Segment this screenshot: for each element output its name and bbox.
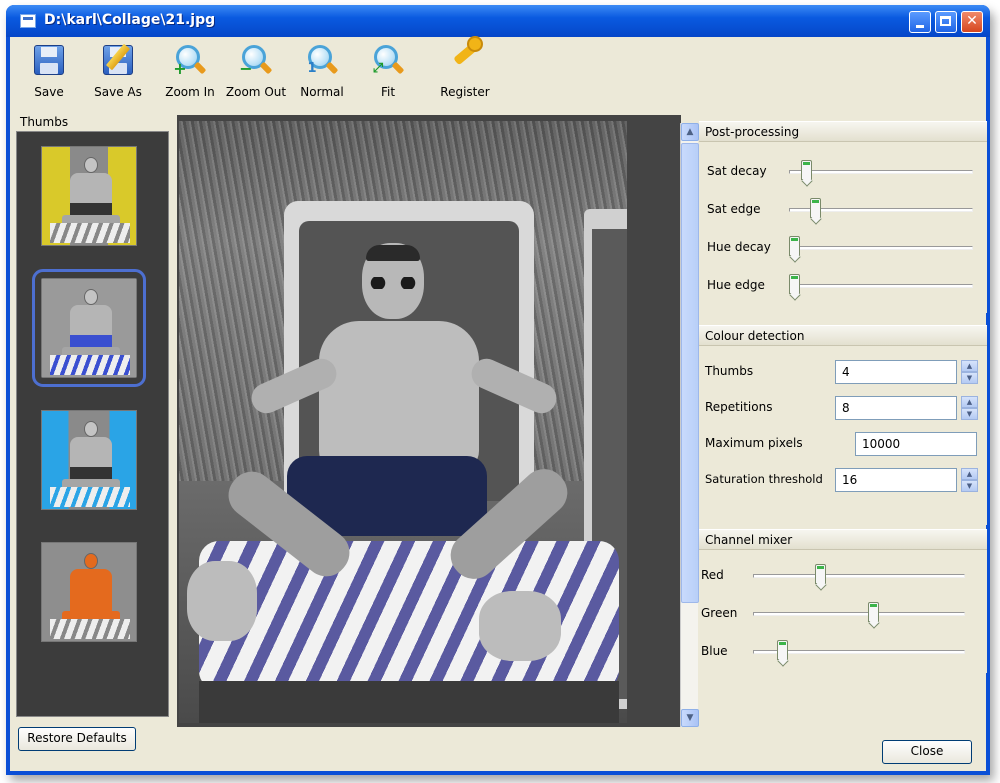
chevron-down-icon: ▼: [686, 713, 694, 723]
green-slider[interactable]: [867, 602, 879, 622]
spin-down-icon[interactable]: ▼: [961, 408, 978, 420]
zoom-out-icon: −: [238, 43, 274, 79]
repetitions-spinner[interactable]: ▲ ▼: [961, 396, 978, 420]
saturation-threshold-input[interactable]: 16: [835, 468, 957, 492]
save-as-label: Save As: [94, 85, 142, 99]
thumbs-count-input[interactable]: 4: [835, 360, 957, 384]
spin-down-icon[interactable]: ▼: [961, 372, 978, 384]
save-as-button[interactable]: Save As: [83, 43, 153, 105]
app-window: D:\karl\Collage\21.jpg ✕ Save Save As + …: [6, 5, 990, 775]
thumbnail-3[interactable]: [41, 410, 137, 510]
blue-slider[interactable]: [777, 640, 789, 660]
post-processing-group: Post-processing Sat decay Sat edge Hue d…: [699, 121, 987, 313]
close-window-button[interactable]: ✕: [961, 11, 983, 33]
floppy-disk-icon: [31, 43, 67, 79]
thumbs-count-label: Thumbs: [705, 364, 754, 378]
zoom-in-icon: +: [172, 43, 208, 79]
close-button[interactable]: Close: [882, 740, 972, 764]
channel-mixer-title: Channel mixer: [699, 530, 987, 550]
register-button[interactable]: Register: [430, 41, 500, 105]
sat-edge-label: Sat edge: [707, 202, 761, 216]
blue-label: Blue: [701, 644, 728, 658]
toolbar: Save Save As + Zoom In − Zoom Out 1 Norm…: [10, 37, 986, 109]
zoom-out-label: Zoom Out: [225, 85, 287, 99]
maximize-icon: [940, 16, 951, 26]
maximum-pixels-label: Maximum pixels: [705, 436, 803, 450]
red-slider[interactable]: [815, 564, 827, 584]
spin-up-icon[interactable]: ▲: [961, 396, 978, 408]
repetitions-label: Repetitions: [705, 400, 773, 414]
maximize-button[interactable]: [935, 11, 957, 33]
zoom-in-label: Zoom In: [165, 85, 215, 99]
fit-label: Fit: [380, 85, 396, 99]
thumbs-panel: [16, 131, 169, 717]
close-icon: ✕: [966, 13, 978, 29]
register-label: Register: [440, 85, 490, 99]
hue-decay-slider[interactable]: [789, 236, 800, 256]
save-as-icon: [100, 43, 136, 79]
zoom-fit-button[interactable]: ⤢ Fit: [353, 43, 423, 105]
thumbs-count-spinner[interactable]: ▲ ▼: [961, 360, 978, 384]
scroll-down-button[interactable]: ▼: [681, 709, 699, 727]
key-icon: [447, 41, 483, 79]
scroll-up-button[interactable]: ▲: [681, 123, 699, 141]
hue-decay-label: Hue decay: [707, 240, 771, 254]
save-label: Save: [34, 85, 64, 99]
restore-defaults-button[interactable]: Restore Defaults: [18, 727, 136, 751]
thumbnail-2[interactable]: [32, 269, 146, 387]
red-track[interactable]: [753, 574, 965, 578]
hue-edge-track[interactable]: [789, 284, 973, 288]
spin-down-icon[interactable]: ▼: [961, 480, 978, 492]
colour-detection-group: Colour detection Thumbs 4 ▲ ▼ Repetitions…: [699, 325, 987, 525]
zoom-fit-icon: ⤢: [370, 43, 406, 79]
maximum-pixels-input[interactable]: 10000: [855, 432, 977, 456]
thumbnail-1[interactable]: [41, 146, 137, 246]
normal-label: Normal: [300, 85, 344, 99]
title-bar[interactable]: D:\karl\Collage\21.jpg ✕: [6, 5, 990, 37]
hue-edge-label: Hue edge: [707, 278, 765, 292]
app-icon: [20, 14, 36, 28]
scroll-thumb[interactable]: [681, 143, 699, 603]
channel-mixer-group: Channel mixer Red Green Blue: [699, 529, 987, 673]
colour-detection-title: Colour detection: [699, 326, 987, 346]
sat-edge-slider[interactable]: [809, 198, 821, 218]
sat-decay-label: Sat decay: [707, 164, 767, 178]
repetitions-input[interactable]: 8: [835, 396, 957, 420]
chevron-up-icon: ▲: [686, 127, 694, 137]
spin-up-icon[interactable]: ▲: [961, 468, 978, 480]
green-label: Green: [701, 606, 738, 620]
zoom-normal-icon: 1: [304, 43, 340, 79]
window-title: D:\karl\Collage\21.jpg: [44, 12, 216, 28]
post-processing-title: Post-processing: [699, 122, 987, 142]
zoom-out-button[interactable]: − Zoom Out: [221, 43, 291, 105]
zoom-normal-button[interactable]: 1 Normal: [287, 43, 357, 105]
save-button[interactable]: Save: [14, 43, 84, 105]
hue-edge-slider[interactable]: [789, 274, 800, 294]
minimize-icon: [916, 25, 924, 28]
thumbs-header: Thumbs: [20, 115, 69, 129]
spin-up-icon[interactable]: ▲: [961, 360, 978, 372]
thumbnail-4[interactable]: [41, 542, 137, 642]
sat-decay-slider[interactable]: [801, 160, 813, 180]
saturation-threshold-label: Saturation threshold: [705, 472, 823, 486]
green-track[interactable]: [753, 612, 965, 616]
zoom-in-button[interactable]: + Zoom In: [155, 43, 225, 105]
sat-decay-track[interactable]: [789, 170, 973, 174]
vertical-scrollbar[interactable]: ▲ ▼: [680, 123, 699, 727]
collage-image: [179, 121, 627, 723]
minimize-button[interactable]: [909, 11, 931, 33]
image-viewport[interactable]: [177, 115, 681, 727]
saturation-threshold-spinner[interactable]: ▲ ▼: [961, 468, 978, 492]
red-label: Red: [701, 568, 724, 582]
client-area: Save Save As + Zoom In − Zoom Out 1 Norm…: [10, 37, 987, 771]
hue-decay-track[interactable]: [789, 246, 973, 250]
